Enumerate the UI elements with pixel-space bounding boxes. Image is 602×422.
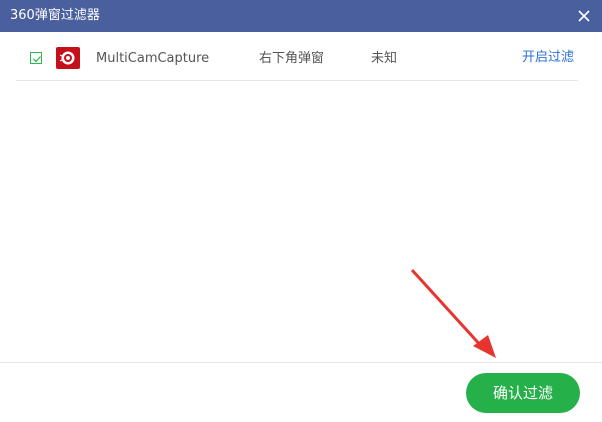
popup-type: 未知: [371, 51, 398, 66]
list-item: MultiCamCapture 右下角弹窗 未知 开启过滤: [16, 38, 578, 81]
confirm-filter-button[interactable]: 确认过滤: [466, 373, 580, 413]
window-title: 360弹窗过滤器: [10, 8, 100, 23]
enable-filter-link[interactable]: 开启过滤: [522, 50, 574, 66]
title-bar: 360弹窗过滤器: [0, 0, 602, 32]
footer-divider: [0, 362, 602, 363]
multicamcapture-app-icon: [56, 47, 80, 69]
app-name: MultiCamCapture: [96, 51, 210, 66]
close-icon[interactable]: [576, 8, 592, 24]
checkmark-icon: [33, 56, 41, 63]
popup-position: 右下角弹窗: [259, 51, 325, 66]
popup-filter-window: 360弹窗过滤器 MultiCamCapture 右下角弹窗 未知 开启过滤 确…: [0, 0, 602, 422]
checkbox[interactable]: [30, 52, 42, 64]
